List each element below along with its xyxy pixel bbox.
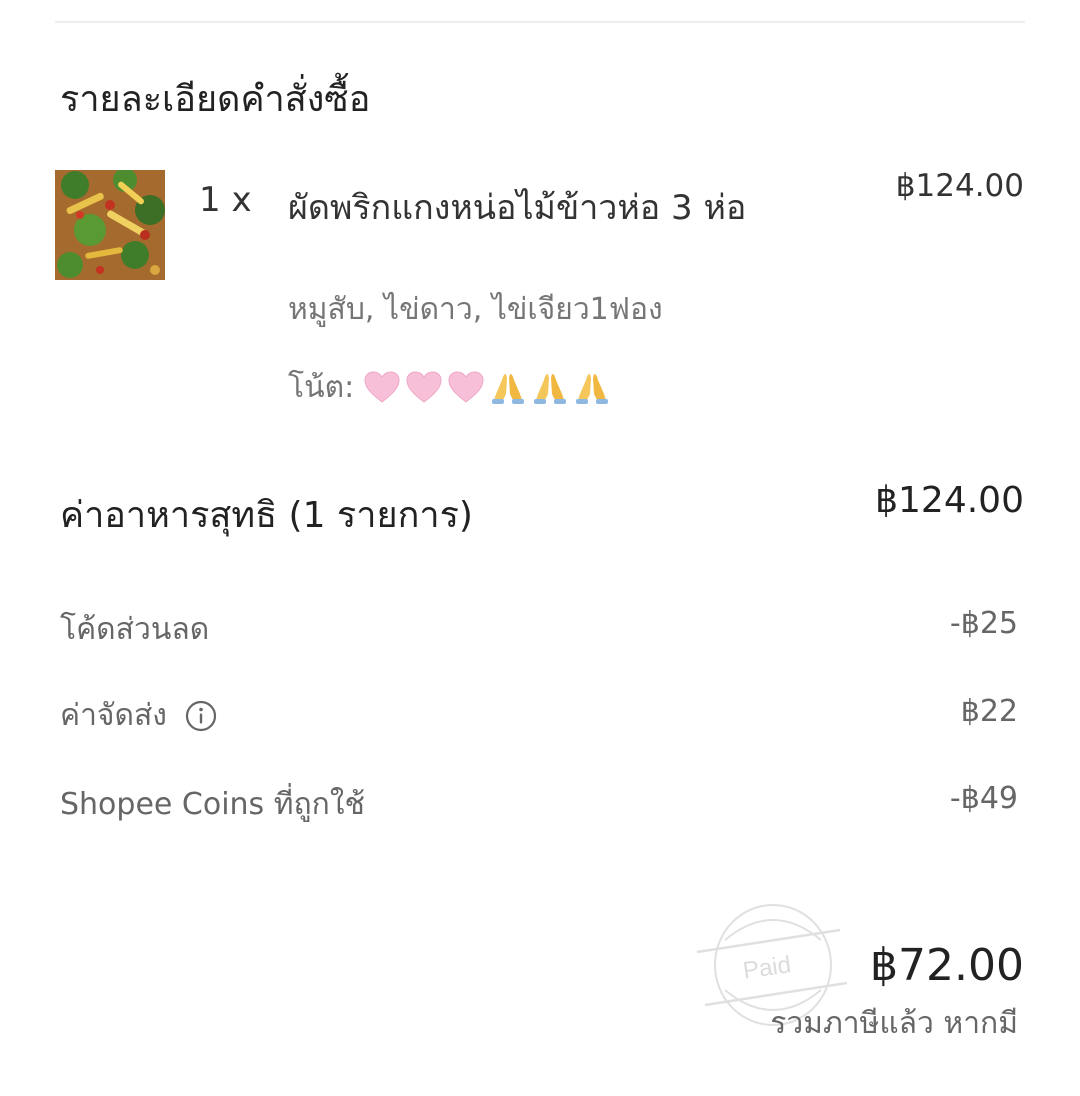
item-note: โน้ต: xyxy=(288,364,612,411)
folded-hands-icon xyxy=(492,373,525,404)
item-name: ผัดพริกแกงหน่อไม้ข้าวห่อ 3 ห่อ xyxy=(288,188,747,228)
delivery-value: ฿22 xyxy=(960,694,1018,729)
stamp-text: Paid xyxy=(741,951,792,984)
food-thumbnail[interactable] xyxy=(55,170,165,280)
item-quantity: 1 x xyxy=(199,180,252,220)
info-icon[interactable] xyxy=(185,700,217,732)
item-note-label: โน้ต: xyxy=(288,370,355,405)
folded-hands-icon xyxy=(534,373,567,404)
note-emojis xyxy=(362,368,612,408)
pink-heart-icon xyxy=(406,370,442,403)
coins-value: -฿49 xyxy=(949,781,1018,816)
item-price: ฿124.00 xyxy=(895,168,1024,204)
pink-heart-icon xyxy=(448,370,484,403)
tax-note: รวมภาษีแล้ว หากมี xyxy=(770,1006,1018,1041)
delivery-label: ค่าจัดส่ง xyxy=(60,698,167,733)
item-options: หมูสับ, ไข่ดาว, ไข่เจียว1ฟอง xyxy=(288,292,663,327)
discount-value: -฿25 xyxy=(949,606,1018,641)
food-thumbnail-image xyxy=(55,170,165,280)
delivery-fee-row-label: ค่าจัดส่ง xyxy=(60,692,217,739)
total-value: ฿72.00 xyxy=(870,940,1024,991)
subtotal-value: ฿124.00 xyxy=(875,480,1024,521)
subtotal-label: ค่าอาหารสุทธิ (1 รายการ) xyxy=(60,495,473,536)
top-divider xyxy=(55,21,1025,23)
folded-hands-icon xyxy=(576,373,609,404)
order-details-title: รายละเอียดคำสั่งซื้อ xyxy=(60,79,371,120)
pink-heart-icon xyxy=(364,370,400,403)
coins-label: Shopee Coins ที่ถูกใช้ xyxy=(60,787,365,822)
discount-label: โค้ดส่วนลด xyxy=(60,612,210,647)
